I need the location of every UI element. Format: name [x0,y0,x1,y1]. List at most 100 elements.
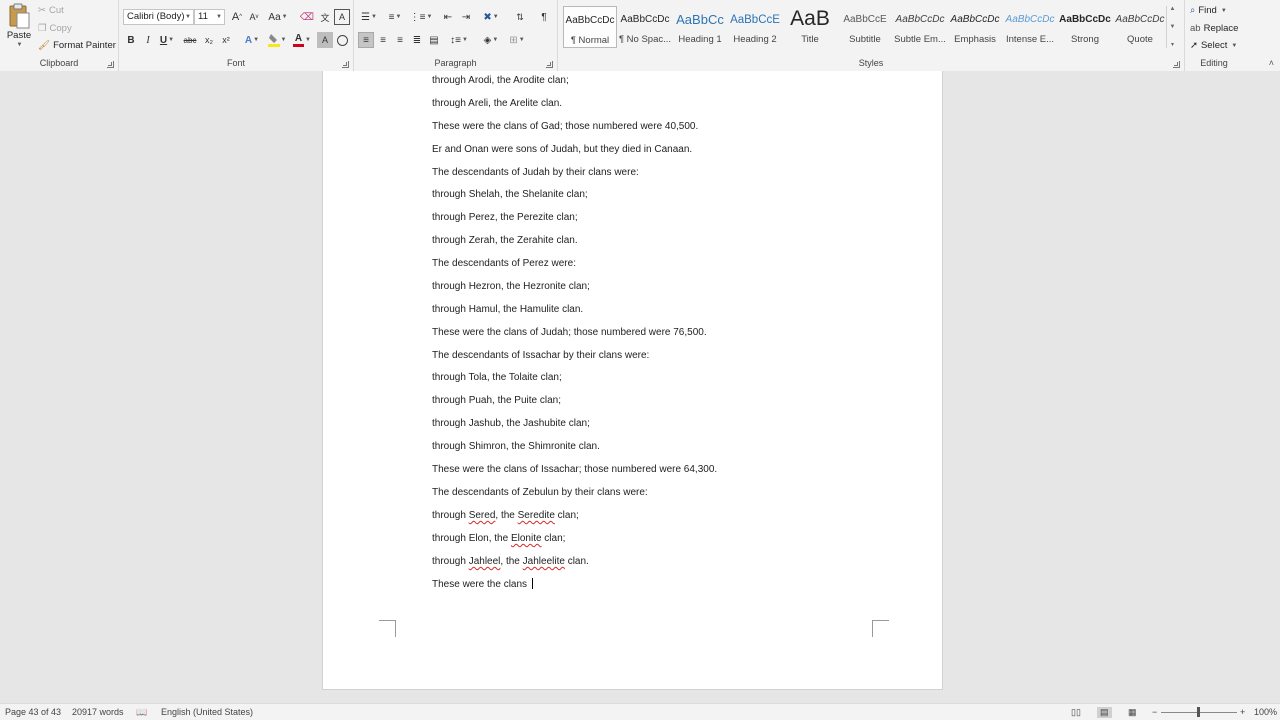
language-indicator[interactable]: English (United States) [161,707,253,717]
character-shading-button[interactable]: A [317,32,333,48]
align-right-button[interactable]: ≡ [392,32,408,48]
increase-indent-button[interactable]: ⇥ [458,9,474,25]
bullets-button[interactable]: ☰ ▼ [358,9,380,25]
word-count[interactable]: 20917 words [72,707,124,717]
bold-button[interactable]: B [123,32,139,48]
misspelled-word[interactable]: Elonite [511,533,542,544]
show-marks-button[interactable]: ¶ [536,9,552,25]
zoom-out-button[interactable]: − [1152,707,1157,717]
style-quote[interactable]: AaBbCcDc Quote [1113,6,1167,48]
underline-button[interactable]: U ▼ [157,32,177,48]
paragraph[interactable]: These were the clans of Issachar; those … [432,464,717,475]
cut-button[interactable]: ✂ Cut [38,5,64,16]
superscript-button[interactable]: x² [218,32,234,48]
shrink-font-button[interactable]: Av [246,9,262,25]
paragraph[interactable]: The descendants of Zebulun by their clan… [432,487,648,498]
font-launcher-icon[interactable] [342,61,349,68]
select-dropdown-icon[interactable]: ▼ [1231,43,1237,49]
phonetic-guide-button[interactable]: 文 [317,9,333,25]
paragraph[interactable]: The descendants of Judah by their clans … [432,167,639,178]
gallery-down-icon[interactable]: ▼ [1170,24,1176,30]
multilevel-list-button[interactable]: ⋮≡ ▼ [410,9,433,25]
style-no-spacing[interactable]: AaBbCcDc ¶ No Spac... [618,6,672,48]
print-layout-icon[interactable]: ▤ [1097,707,1112,718]
format-painter-button[interactable]: 🖌 Format Painter [38,40,116,51]
copy-button[interactable]: ❐ Copy [38,23,72,34]
style-subtle-emphasis[interactable]: AaBbCcDc Subtle Em... [893,6,947,48]
find-button[interactable]: ⌕ Find ▼ [1190,5,1227,16]
numbering-button[interactable]: ≡ ▼ [384,9,406,25]
clipboard-launcher-icon[interactable] [107,61,114,68]
misspelled-word[interactable]: Jahleelite [523,556,565,567]
grow-font-button[interactable]: A ^ [229,9,245,25]
enclose-characters-button[interactable] [334,32,350,48]
style-heading-2[interactable]: AaBbCcE Heading 2 [728,6,782,48]
paragraph[interactable]: through Areli, the Arelite clan. [432,98,562,109]
find-dropdown-icon[interactable]: ▼ [1221,8,1227,14]
paragraph[interactable]: through Jahleel, the Jahleelite clan. [432,556,589,567]
paragraph[interactable]: through Elon, the Elonite clan; [432,533,565,544]
zoom-in-button[interactable]: + [1240,707,1245,717]
gallery-more-icon[interactable]: ▾ [1171,41,1174,48]
style-subtitle[interactable]: AaBbCcE Subtitle [838,6,892,48]
document-area[interactable]: through Arodi, the Arodite clan; through… [0,71,1280,703]
decrease-indent-button[interactable]: ⇤ [440,9,456,25]
text-effects-button[interactable]: A ▼ [241,32,263,48]
misspelled-word[interactable]: Sered [469,510,496,521]
style-strong[interactable]: AaBbCcDc Strong [1058,6,1112,48]
line-spacing-button[interactable]: ↕≡ ▼ [448,32,470,48]
paragraph[interactable]: The descendants of Perez were: [432,258,576,269]
paragraph[interactable]: through Zerah, the Zerahite clan. [432,235,578,246]
font-family-field[interactable]: Calibri (Body) ▼ [123,9,194,25]
paragraph[interactable]: through Shimron, the Shimronite clan. [432,441,600,452]
paragraph[interactable]: through Sered, the Seredite clan; [432,510,579,521]
paragraph[interactable]: through Tola, the Tolaite clan; [432,372,562,383]
font-size-dropdown-icon[interactable]: ▼ [216,10,222,24]
web-layout-icon[interactable]: ▦ [1128,707,1137,718]
paragraph[interactable]: through Puah, the Puite clan; [432,395,561,406]
align-left-button[interactable]: ≡ [358,32,374,48]
font-family-dropdown-icon[interactable]: ▼ [185,10,191,24]
paragraph[interactable]: through Shelah, the Shelanite clan; [432,189,588,200]
shading-button[interactable]: ◈ ▼ [480,32,502,48]
font-color-button[interactable]: A ▼ [291,32,313,48]
character-border-button[interactable]: A [334,9,350,25]
zoom-slider-thumb[interactable] [1197,707,1200,717]
paragraph[interactable]: through Jashub, the Jashubite clan; [432,418,590,429]
paragraph-launcher-icon[interactable] [546,61,553,68]
styles-launcher-icon[interactable] [1173,61,1180,68]
paragraph[interactable]: The descendants of Issachar by their cla… [432,350,649,361]
zoom-level[interactable]: 100% [1254,707,1277,717]
read-mode-icon[interactable]: ▯▯ [1071,707,1081,718]
paste-dropdown-icon[interactable]: ▼ [17,42,23,48]
style-title[interactable]: AaB Title [783,6,837,48]
change-case-button[interactable]: Aa ▼ [267,9,289,25]
strikethrough-button[interactable]: abc [181,32,199,48]
borders-button[interactable]: ⊞ ▼ [506,32,528,48]
distributed-button[interactable]: ▤ [426,32,442,48]
highlight-button[interactable]: ▼ [266,32,288,48]
paste-button[interactable]: Paste ▼ [4,3,34,53]
replace-button[interactable]: ab Replace [1190,23,1238,34]
paragraph[interactable]: These were the clans [432,578,533,590]
subscript-button[interactable]: x₂ [201,32,217,48]
collapse-ribbon-icon[interactable]: ˄ [1269,58,1274,68]
align-center-button[interactable]: ≡ [375,32,391,48]
asian-layout-button[interactable]: ✖ ▼ [480,9,502,25]
page-count[interactable]: Page 43 of 43 [5,707,61,717]
italic-button[interactable]: I [140,32,156,48]
style-normal[interactable]: AaBbCcDc ¶ Normal [563,6,617,48]
paragraph[interactable]: through Arodi, the Arodite clan; [432,75,569,86]
document-page[interactable]: through Arodi, the Arodite clan; through… [322,71,943,690]
clear-formatting-button[interactable]: ⌫ [299,9,315,25]
misspelled-word[interactable]: Jahleel [469,556,501,567]
paragraph[interactable]: These were the clans of Judah; those num… [432,327,707,338]
font-size-field[interactable]: 11 ▼ [194,9,225,25]
paragraph[interactable]: through Hamul, the Hamulite clan. [432,304,583,315]
paragraph[interactable]: Er and Onan were sons of Judah, but they… [432,144,692,155]
misspelled-word[interactable]: Seredite [518,510,555,521]
style-intense-emphasis[interactable]: AaBbCcDc Intense E... [1003,6,1057,48]
select-button[interactable]: ➚ Select ▼ [1190,40,1237,51]
paragraph[interactable]: through Hezron, the Hezronite clan; [432,281,590,292]
justify-button[interactable]: ≣ [409,32,425,48]
